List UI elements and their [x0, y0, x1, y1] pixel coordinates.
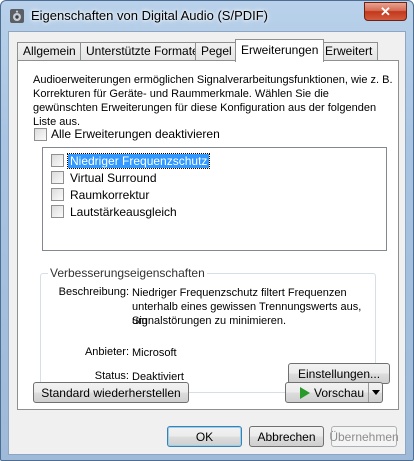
tab-erweitert[interactable]: Erweitert [319, 42, 379, 61]
list-item-label: Lautstärkeausgleich [70, 204, 177, 219]
tab-allgemein[interactable]: Allgemein [17, 42, 82, 61]
description-label: Beschreibung: [58, 286, 129, 298]
close-button[interactable]: ✕ [364, 2, 407, 21]
description-line-1: Niedriger Frequenzschutz filtert Frequen… [132, 287, 347, 299]
provider-label: Anbieter: [84, 346, 129, 358]
list-item-label: Raumkorrektur [70, 187, 150, 202]
disable-all-checkbox-row[interactable]: Alle Erweiterungen deaktivieren [34, 127, 220, 141]
description-line-3: Signalstörungen zu minimieren. [132, 315, 287, 327]
list-item-virtual-surround[interactable]: Virtual Surround [51, 169, 159, 186]
tab-pegel[interactable]: Pegel [195, 42, 238, 61]
list-item-label: Niedriger Frequenzschutz [66, 152, 211, 169]
window-title: Eigenschaften von Digital Audio (S/PDIF) [31, 8, 269, 23]
tab-unterstuetzte-formate[interactable]: Unterstützte Formate [80, 42, 205, 61]
title-bar[interactable]: Eigenschaften von Digital Audio (S/PDIF)… [1, 1, 413, 31]
status-label: Status: [94, 370, 129, 382]
list-item-niedriger-frequenzschutz[interactable]: Niedriger Frequenzschutz [51, 152, 211, 169]
preview-dropdown-arrow[interactable] [368, 383, 382, 402]
chevron-down-icon [371, 390, 380, 395]
enhancements-list[interactable]: Niedriger Frequenzschutz Virtual Surroun… [42, 147, 387, 251]
restore-defaults-button[interactable]: Standard wiederherstellen [33, 382, 189, 403]
provider-value: Microsoft [132, 347, 177, 359]
cancel-button[interactable]: Abbrechen [249, 426, 324, 447]
play-icon [300, 386, 310, 399]
enhancement-checkbox[interactable] [51, 154, 64, 167]
ok-button[interactable]: OK [167, 426, 242, 447]
enhancement-properties-group: Verbesserungseigenschaften Beschreibung:… [40, 266, 390, 393]
dialog-window: Eigenschaften von Digital Audio (S/PDIF)… [0, 0, 414, 461]
speaker-icon [10, 9, 24, 23]
apply-button[interactable]: Übernehmen [329, 426, 399, 447]
preview-label: Vorschau [314, 385, 365, 400]
enhancement-checkbox[interactable] [51, 171, 64, 184]
disable-all-label: Alle Erweiterungen deaktivieren [51, 127, 220, 141]
list-item-label: Virtual Surround [70, 170, 157, 185]
group-title: Verbesserungseigenschaften [48, 266, 207, 280]
list-item-lautstaerkeausgleich[interactable]: Lautstärkeausgleich [51, 203, 179, 220]
list-item-raumkorrektur[interactable]: Raumkorrektur [51, 186, 151, 203]
enhancements-panel: Audioerweiterungen ermöglichen Signalver… [17, 60, 399, 410]
dialog-client-area: Allgemein Unterstützte Formate Pegel Erw… [8, 31, 406, 455]
close-icon: ✕ [380, 3, 391, 19]
disable-all-checkbox[interactable] [34, 127, 47, 141]
settings-button[interactable]: Einstellungen... [288, 363, 390, 384]
enhancements-description: Audioerweiterungen ermöglichen Signalver… [33, 74, 393, 128]
enhancement-checkbox[interactable] [51, 205, 64, 218]
enhancement-checkbox[interactable] [51, 188, 64, 201]
preview-split-button[interactable]: Vorschau [285, 382, 383, 403]
tab-erweiterungen[interactable]: Erweiterungen [235, 39, 325, 62]
